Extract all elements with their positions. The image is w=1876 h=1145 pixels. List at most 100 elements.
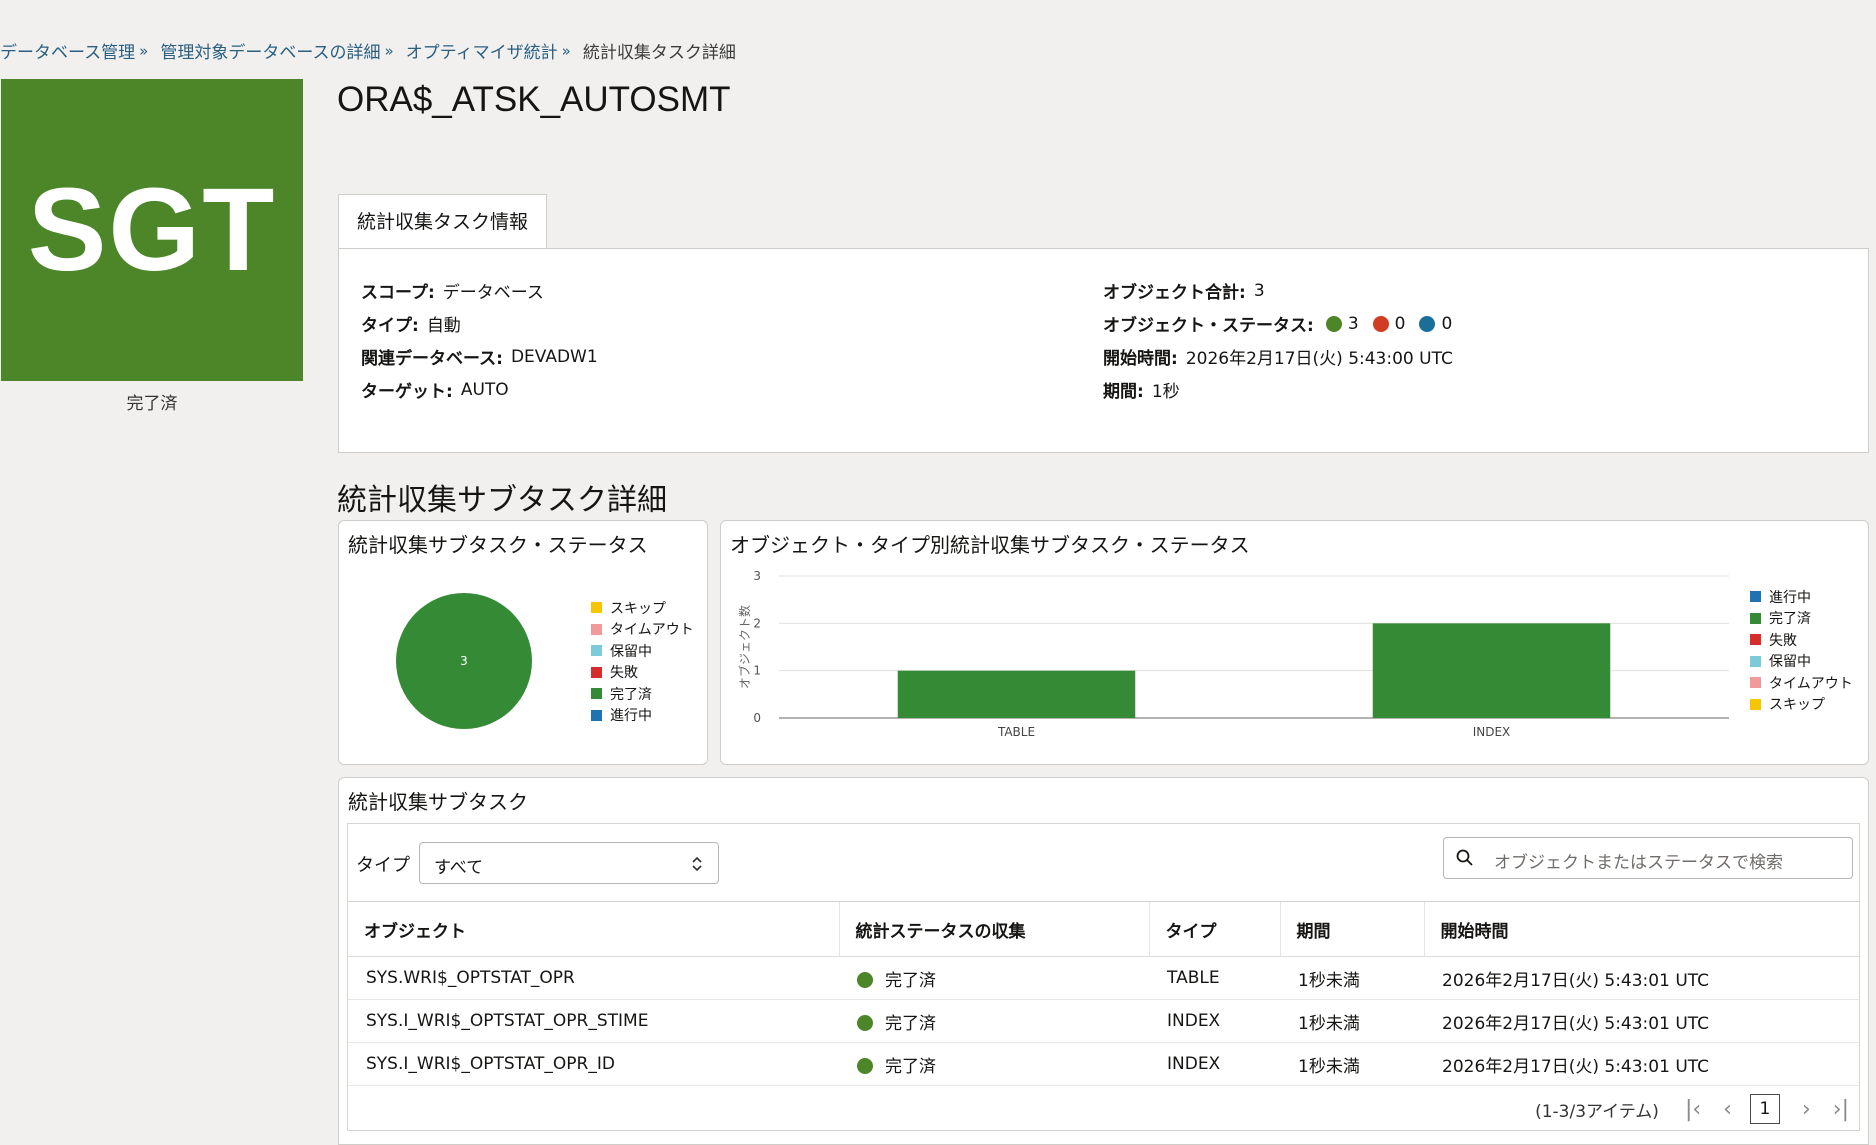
- completed-status-icon: [857, 1057, 873, 1074]
- info-target-value: AUTO: [460, 379, 509, 400]
- cell-start-time: 2026年2月17日(火) 5:43:01 UTC: [1424, 999, 1859, 1043]
- info-duration-value: 1秒: [1151, 382, 1180, 402]
- legend-swatch-icon: [1750, 677, 1761, 689]
- table-row[interactable]: SYS.WRI$_OPTSTAT_OPR 完了済 TABLE 1秒未満 2026…: [348, 956, 1859, 1000]
- type-filter-value: すべて: [434, 858, 484, 878]
- cell-start-time: 2026年2月17日(火) 5:43:01 UTC: [1424, 1042, 1859, 1086]
- y-tick-label: 0: [753, 711, 761, 725]
- bar-legend-item[interactable]: スキップ: [1750, 694, 1853, 716]
- column-header-object[interactable]: オブジェクト: [348, 902, 839, 957]
- bar-legend-item[interactable]: タイムアウト: [1750, 672, 1853, 694]
- legend-swatch-icon: [591, 709, 602, 721]
- cell-start-time: 2026年2月17日(火) 5:43:01 UTC: [1424, 956, 1859, 1000]
- info-scope-value: データベース: [442, 283, 544, 303]
- cell-duration: 1秒未満: [1280, 999, 1424, 1043]
- legend-swatch-icon: [591, 688, 602, 700]
- last-page-icon[interactable]: ›|: [1833, 1097, 1849, 1122]
- first-page-icon[interactable]: |‹: [1685, 1097, 1701, 1122]
- legend-swatch-icon: [1750, 634, 1761, 646]
- info-target: ターゲット: AUTO: [361, 377, 509, 403]
- bar-chart-card: オブジェクト・タイプ別統計収集サブタスク・ステータス 0 1 2 3 オブジェクト数 TA…: [720, 520, 1869, 765]
- info-duration-label: 期間:: [1103, 382, 1144, 402]
- bar-legend-item[interactable]: 保留中: [1750, 651, 1853, 673]
- info-database-label: 関連データベース:: [361, 349, 503, 369]
- completed-status-icon: [857, 1014, 873, 1031]
- table-header-row: オブジェクト 統計ステータスの収集 タイプ 期間 開始時間: [348, 902, 1859, 957]
- info-object-status: オブジェクト・ステータス: 3 0 0: [1103, 311, 1452, 337]
- type-filter-select[interactable]: すべて: [419, 842, 719, 884]
- info-scope: スコープ: データベース: [361, 278, 544, 303]
- status-failed-dot-icon: [1372, 315, 1389, 332]
- cell-object: SYS.WRI$_OPTSTAT_OPR: [348, 956, 839, 1000]
- page-title: ORA$_ATSK_AUTOSMT: [337, 80, 731, 119]
- breadcrumb-link-managed-database-details[interactable]: 管理対象データベースの詳細: [160, 38, 380, 63]
- pie-legend-item[interactable]: タイムアウト: [591, 619, 694, 641]
- completed-status-icon: [857, 971, 873, 988]
- legend-swatch-icon: [1750, 698, 1761, 710]
- legend-label: 完了済: [1769, 611, 1811, 628]
- legend-label: 失敗: [1769, 632, 1797, 649]
- pie-legend-item[interactable]: スキップ: [591, 597, 694, 619]
- info-target-label: ターゲット:: [361, 382, 453, 402]
- cell-duration: 1秒未満: [1280, 1042, 1424, 1086]
- info-database: 関連データベース: DEVADW1: [361, 344, 598, 370]
- table-row[interactable]: SYS.I_WRI$_OPTSTAT_OPR_ID 完了済 INDEX 1秒未満…: [348, 1042, 1859, 1086]
- search-input[interactable]: オブジェクトまたはステータスで検索: [1443, 837, 1853, 879]
- search-icon: [1456, 849, 1473, 866]
- breadcrumb-separator-icon: »: [561, 41, 571, 60]
- pie-legend-item[interactable]: 進行中: [591, 705, 694, 727]
- cell-type: TABLE: [1149, 956, 1280, 1000]
- subtask-card: 統計収集サブタスク タイプ すべて オブジェクトまたはステータスで検索 オブジェ…: [338, 777, 1869, 1145]
- cell-status-text: 完了済: [885, 1056, 936, 1077]
- column-header-start-time[interactable]: 開始時間: [1423, 902, 1859, 957]
- bar-legend: 進行中 完了済 失敗 保留中 タイムアウト スキップ: [1750, 586, 1853, 715]
- bar-legend-item[interactable]: 完了済: [1750, 608, 1853, 630]
- next-page-icon[interactable]: ›: [1802, 1097, 1811, 1122]
- breadcrumb-link-database-management[interactable]: データベース管理: [0, 38, 135, 63]
- tile-caption: 完了済: [126, 394, 178, 414]
- table-row[interactable]: SYS.I_WRI$_OPTSTAT_OPR_STIME 完了済 INDEX 1…: [348, 999, 1859, 1043]
- type-filter-label: タイプ: [356, 855, 410, 876]
- pagination-summary: (1-3/3アイテム): [1535, 1101, 1659, 1122]
- legend-swatch-icon: [591, 602, 602, 614]
- cell-status-text: 完了済: [885, 970, 936, 991]
- legend-swatch-icon: [591, 623, 602, 635]
- column-header-duration[interactable]: 期間: [1279, 902, 1424, 957]
- bar-legend-item[interactable]: 失敗: [1750, 629, 1853, 651]
- legend-label: 進行中: [610, 708, 652, 725]
- status-tile: SGT: [1, 79, 303, 381]
- task-info-panel: スコープ: データベース タイプ: 自動 関連データベース: DEVADW1 タ…: [338, 248, 1869, 453]
- pie-legend: スキップ タイムアウト 保留中 失敗 完了済 進行中: [591, 597, 694, 726]
- column-header-status[interactable]: 統計ステータスの収集: [838, 902, 1149, 957]
- pie-legend-item[interactable]: 保留中: [591, 640, 694, 662]
- breadcrumb-link-optimizer-statistics[interactable]: オプティマイザ統計: [406, 38, 558, 63]
- pie-legend-item[interactable]: 完了済: [591, 683, 694, 705]
- legend-label: タイムアウト: [610, 622, 694, 639]
- legend-swatch-icon: [591, 645, 602, 657]
- legend-swatch-icon: [1750, 591, 1761, 603]
- cell-status: 完了済: [839, 956, 1149, 1000]
- pagination: (1-3/3アイテム) |‹ ‹ 1 › ›|: [1535, 1094, 1849, 1124]
- subtask-card-title: 統計収集サブタスク: [348, 790, 528, 814]
- pie-legend-item[interactable]: 失敗: [591, 662, 694, 684]
- bar-chart: 0 1 2 3 オブジェクト数 TABLE INDEX: [737, 569, 1729, 739]
- info-start-time-value: 2026年2月17日(火) 5:43:00 UTC: [1185, 349, 1453, 369]
- info-start-time-label: 開始時間:: [1103, 349, 1178, 369]
- cell-type: INDEX: [1149, 1042, 1280, 1086]
- subtask-table: オブジェクト 統計ステータスの収集 タイプ 期間 開始時間 SYS.WRI$_O…: [348, 902, 1859, 1086]
- column-header-type[interactable]: タイプ: [1148, 902, 1280, 957]
- tab-task-info[interactable]: 統計収集タスク情報: [338, 194, 547, 248]
- pie-slice-label: 3: [460, 654, 468, 668]
- subtask-table-panel: タイプ すべて オブジェクトまたはステータスで検索 オブジェクト 統計ステータス…: [347, 823, 1860, 1131]
- chevron-up-down-icon: [692, 856, 702, 872]
- info-object-total-value: 3: [1253, 280, 1265, 301]
- bar-legend-item[interactable]: 進行中: [1750, 586, 1853, 608]
- y-tick-label: 1: [753, 664, 761, 678]
- section-title: 統計収集サブタスク詳細: [337, 483, 667, 518]
- previous-page-icon[interactable]: ‹: [1723, 1097, 1732, 1122]
- search-placeholder: オブジェクトまたはステータスで検索: [1494, 853, 1783, 873]
- cell-object: SYS.I_WRI$_OPTSTAT_OPR_ID: [348, 1042, 839, 1086]
- current-page-button[interactable]: 1: [1749, 1094, 1780, 1124]
- legend-label: 保留中: [1769, 654, 1811, 671]
- cell-type: INDEX: [1149, 999, 1280, 1043]
